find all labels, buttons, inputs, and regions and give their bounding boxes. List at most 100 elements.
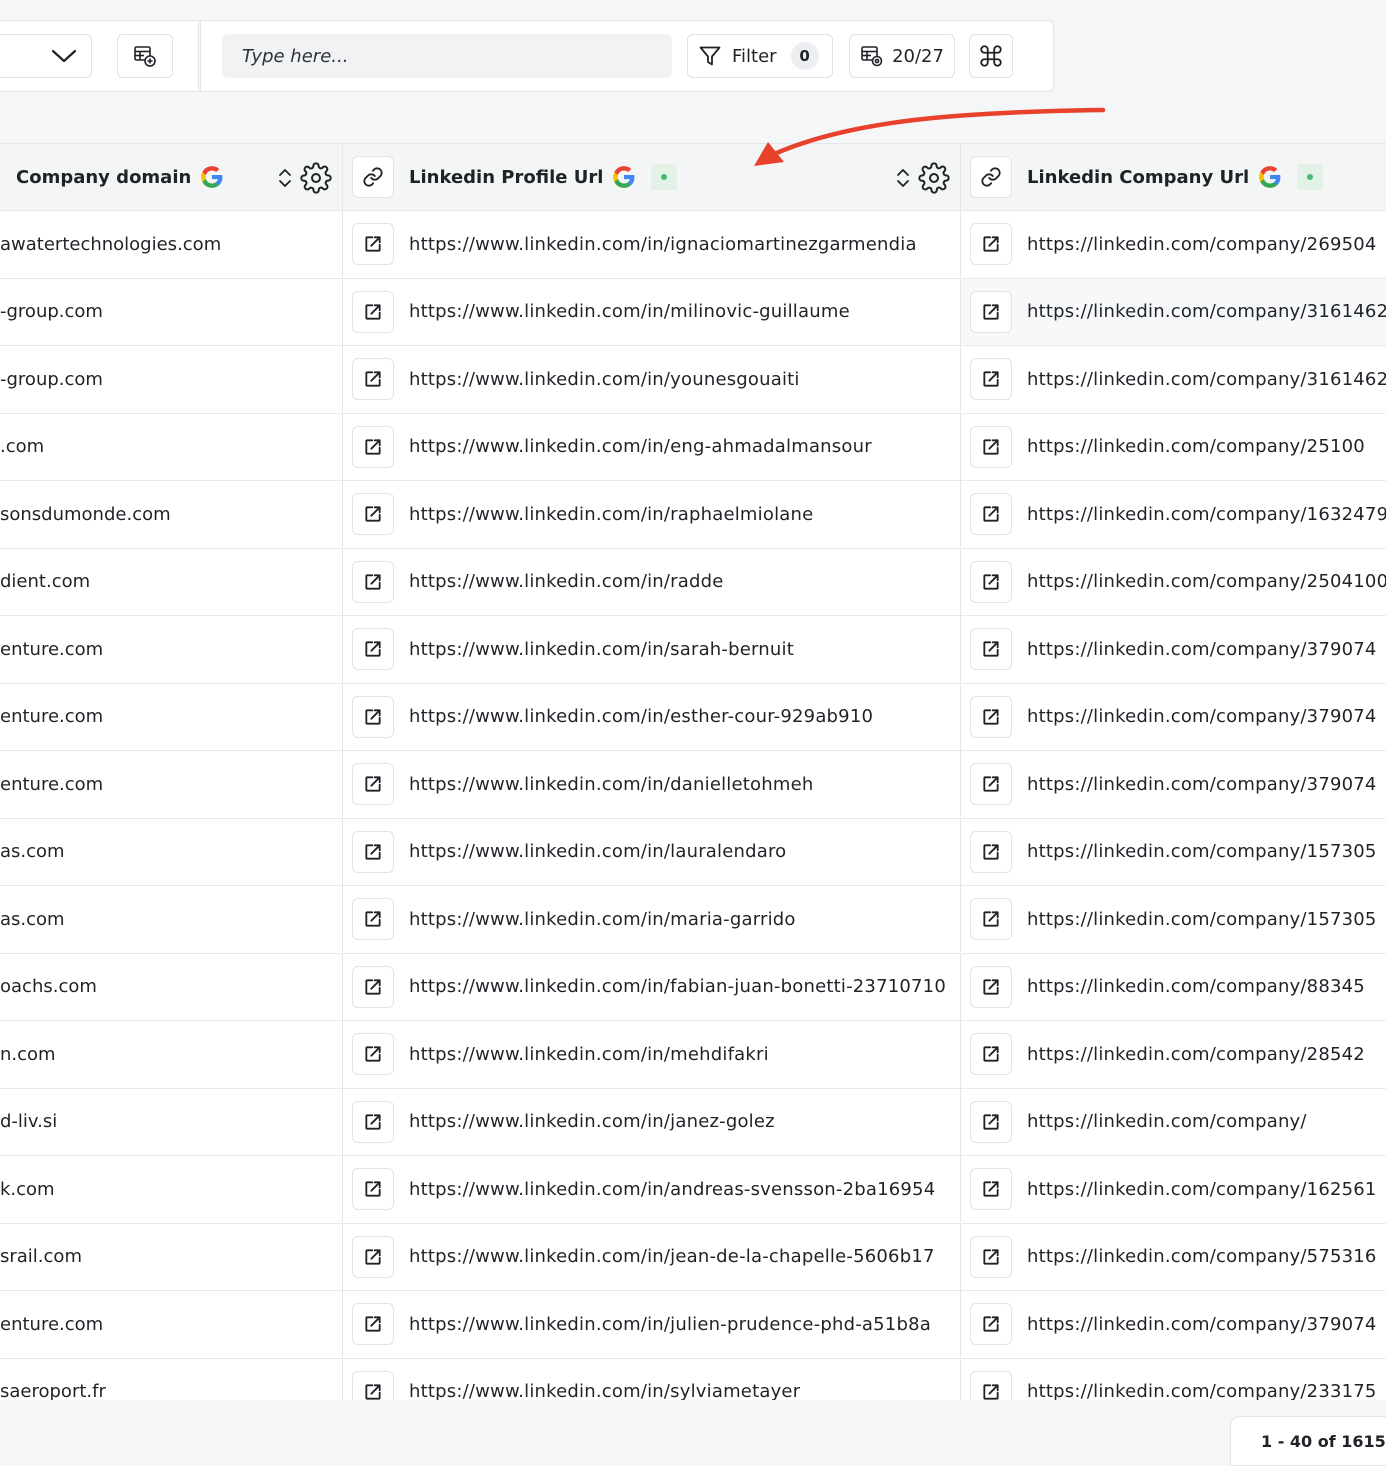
open-link-button[interactable]	[970, 290, 1012, 333]
column-header-company-domain[interactable]: Company domain	[0, 144, 343, 210]
cell-linkedin-company-url[interactable]: https://linkedin.com/company/157305	[961, 819, 1386, 885]
open-link-button[interactable]	[352, 965, 394, 1008]
add-table-view-button[interactable]	[117, 34, 173, 78]
cell-linkedin-profile-url[interactable]: https://www.linkedin.com/in/maria-garrid…	[343, 886, 961, 952]
cell-company-domain[interactable]: saeroport.fr	[0, 1358, 343, 1401]
cell-linkedin-profile-url[interactable]: https://www.linkedin.com/in/eng-ahmadalm…	[343, 413, 961, 480]
cell-linkedin-profile-url[interactable]: https://www.linkedin.com/in/julien-prude…	[343, 1291, 961, 1357]
open-link-button[interactable]	[970, 425, 1012, 468]
cell-linkedin-profile-url[interactable]: https://www.linkedin.com/in/milinovic-gu…	[343, 278, 961, 345]
cell-company-domain[interactable]: enture.com	[0, 683, 343, 750]
cell-linkedin-company-url[interactable]: https://linkedin.com/company/3161462	[961, 346, 1386, 412]
cell-linkedin-company-url[interactable]: https://linkedin.com/company/2504100	[961, 549, 1386, 615]
cell-linkedin-profile-url[interactable]: https://www.linkedin.com/in/danielletohm…	[343, 751, 961, 817]
cell-company-domain[interactable]: enture.com	[0, 1291, 343, 1357]
open-link-button[interactable]	[352, 1370, 394, 1401]
open-link-button[interactable]	[970, 628, 1012, 670]
cell-linkedin-profile-url[interactable]: https://www.linkedin.com/in/mehdifakri	[343, 1021, 961, 1087]
open-link-button[interactable]	[970, 1100, 1012, 1143]
open-link-button[interactable]	[352, 1033, 394, 1075]
cell-company-domain[interactable]: srail.com	[0, 1223, 343, 1290]
open-link-button[interactable]	[970, 493, 1012, 535]
open-link-button[interactable]	[352, 1235, 394, 1278]
open-link-button[interactable]	[970, 830, 1012, 873]
open-link-button[interactable]	[352, 425, 394, 468]
cell-company-domain[interactable]: enture.com	[0, 616, 343, 682]
open-link-button[interactable]	[352, 830, 394, 873]
cell-linkedin-company-url[interactable]: https://linkedin.com/company/379074	[961, 751, 1386, 817]
search-input[interactable]	[222, 34, 672, 78]
cell-linkedin-profile-url[interactable]: https://www.linkedin.com/in/sarah-bernui…	[343, 616, 961, 682]
open-link-button[interactable]	[352, 1100, 394, 1143]
link-column-type-button[interactable]	[352, 156, 394, 198]
open-link-button[interactable]	[352, 223, 394, 265]
cell-linkedin-profile-url[interactable]: https://www.linkedin.com/in/janez-golez	[343, 1088, 961, 1155]
cell-linkedin-profile-url[interactable]: https://www.linkedin.com/in/lauralendaro	[343, 818, 961, 885]
cell-linkedin-company-url[interactable]: https://linkedin.com/company/233175	[961, 1359, 1386, 1401]
cell-linkedin-profile-url[interactable]: https://www.linkedin.com/in/radde	[343, 548, 961, 615]
cell-linkedin-company-url[interactable]: https://linkedin.com/company/269504	[961, 211, 1386, 277]
open-link-button[interactable]	[970, 965, 1012, 1008]
cell-linkedin-company-url[interactable]: https://linkedin.com/company/575316	[961, 1224, 1386, 1290]
open-link-button[interactable]	[970, 1033, 1012, 1075]
open-link-button[interactable]	[970, 358, 1012, 400]
open-link-button[interactable]	[970, 695, 1012, 738]
cell-linkedin-company-url[interactable]: https://linkedin.com/company/157305	[961, 886, 1386, 952]
open-link-button[interactable]	[352, 560, 394, 603]
cell-company-domain[interactable]: -group.com	[0, 346, 343, 412]
cell-company-domain[interactable]: enture.com	[0, 751, 343, 817]
cell-linkedin-company-url[interactable]: https://linkedin.com/company/162561	[961, 1156, 1386, 1222]
cell-company-domain[interactable]: oachs.com	[0, 953, 343, 1020]
cell-linkedin-profile-url[interactable]: https://www.linkedin.com/in/andreas-sven…	[343, 1156, 961, 1222]
cell-linkedin-company-url[interactable]: https://linkedin.com/company/379074	[961, 684, 1386, 750]
open-link-button[interactable]	[352, 290, 394, 333]
open-link-button[interactable]	[352, 763, 394, 805]
command-menu-button[interactable]	[969, 34, 1013, 78]
cell-company-domain[interactable]: n.com	[0, 1021, 343, 1087]
filter-button[interactable]: Filter 0	[687, 34, 833, 78]
open-link-button[interactable]	[970, 560, 1012, 603]
cell-linkedin-company-url[interactable]: https://linkedin.com/company/379074	[961, 616, 1386, 682]
columns-visibility-button[interactable]: 20/27	[849, 34, 955, 78]
cell-company-domain[interactable]: sonsdumonde.com	[0, 481, 343, 547]
open-link-button[interactable]	[970, 223, 1012, 265]
cell-linkedin-profile-url[interactable]: https://www.linkedin.com/in/younesgouait…	[343, 346, 961, 412]
cell-company-domain[interactable]: as.com	[0, 818, 343, 885]
open-link-button[interactable]	[352, 1168, 394, 1210]
open-link-button[interactable]	[352, 358, 394, 400]
sort-toggle-icon[interactable]	[276, 166, 294, 190]
cell-linkedin-company-url[interactable]: https://linkedin.com/company/88345	[961, 954, 1386, 1020]
open-link-button[interactable]	[970, 1303, 1012, 1345]
cell-linkedin-profile-url[interactable]: https://www.linkedin.com/in/raphaelmiola…	[343, 481, 961, 547]
open-link-button[interactable]	[352, 1303, 394, 1345]
open-link-button[interactable]	[352, 898, 394, 940]
cell-company-domain[interactable]: -group.com	[0, 278, 343, 345]
cell-linkedin-company-url[interactable]: https://linkedin.com/company/3161462	[961, 278, 1386, 345]
cell-linkedin-profile-url[interactable]: https://www.linkedin.com/in/jean-de-la-c…	[343, 1223, 961, 1290]
cell-linkedin-company-url[interactable]: https://linkedin.com/company/1632479	[961, 481, 1386, 547]
cell-linkedin-company-url[interactable]: https://linkedin.com/company/379074	[961, 1291, 1386, 1357]
open-link-button[interactable]	[352, 695, 394, 738]
gear-icon[interactable]	[300, 162, 332, 194]
open-link-button[interactable]	[970, 898, 1012, 940]
view-select-dropdown[interactable]	[0, 34, 92, 78]
cell-company-domain[interactable]: dient.com	[0, 548, 343, 615]
cell-linkedin-profile-url[interactable]: https://www.linkedin.com/in/sylviametaye…	[343, 1358, 961, 1401]
cell-linkedin-profile-url[interactable]: https://www.linkedin.com/in/ignaciomarti…	[343, 211, 961, 277]
cell-linkedin-company-url[interactable]: https://linkedin.com/company/28542	[961, 1021, 1386, 1087]
cell-company-domain[interactable]: as.com	[0, 886, 343, 952]
cell-company-domain[interactable]: d-liv.si	[0, 1088, 343, 1155]
cell-linkedin-company-url[interactable]: https://linkedin.com/company/	[961, 1089, 1386, 1155]
cell-linkedin-company-url[interactable]: https://linkedin.com/company/25100	[961, 414, 1386, 480]
cell-company-domain[interactable]: .com	[0, 413, 343, 480]
open-link-button[interactable]	[970, 1168, 1012, 1210]
cell-linkedin-profile-url[interactable]: https://www.linkedin.com/in/esther-cour-…	[343, 683, 961, 750]
open-link-button[interactable]	[970, 763, 1012, 805]
open-link-button[interactable]	[970, 1235, 1012, 1278]
cell-company-domain[interactable]: awatertechnologies.com	[0, 211, 343, 277]
cell-linkedin-profile-url[interactable]: https://www.linkedin.com/in/fabian-juan-…	[343, 953, 961, 1020]
open-link-button[interactable]	[352, 493, 394, 535]
open-link-button[interactable]	[352, 628, 394, 670]
cell-company-domain[interactable]: k.com	[0, 1156, 343, 1222]
open-link-button[interactable]	[970, 1370, 1012, 1401]
